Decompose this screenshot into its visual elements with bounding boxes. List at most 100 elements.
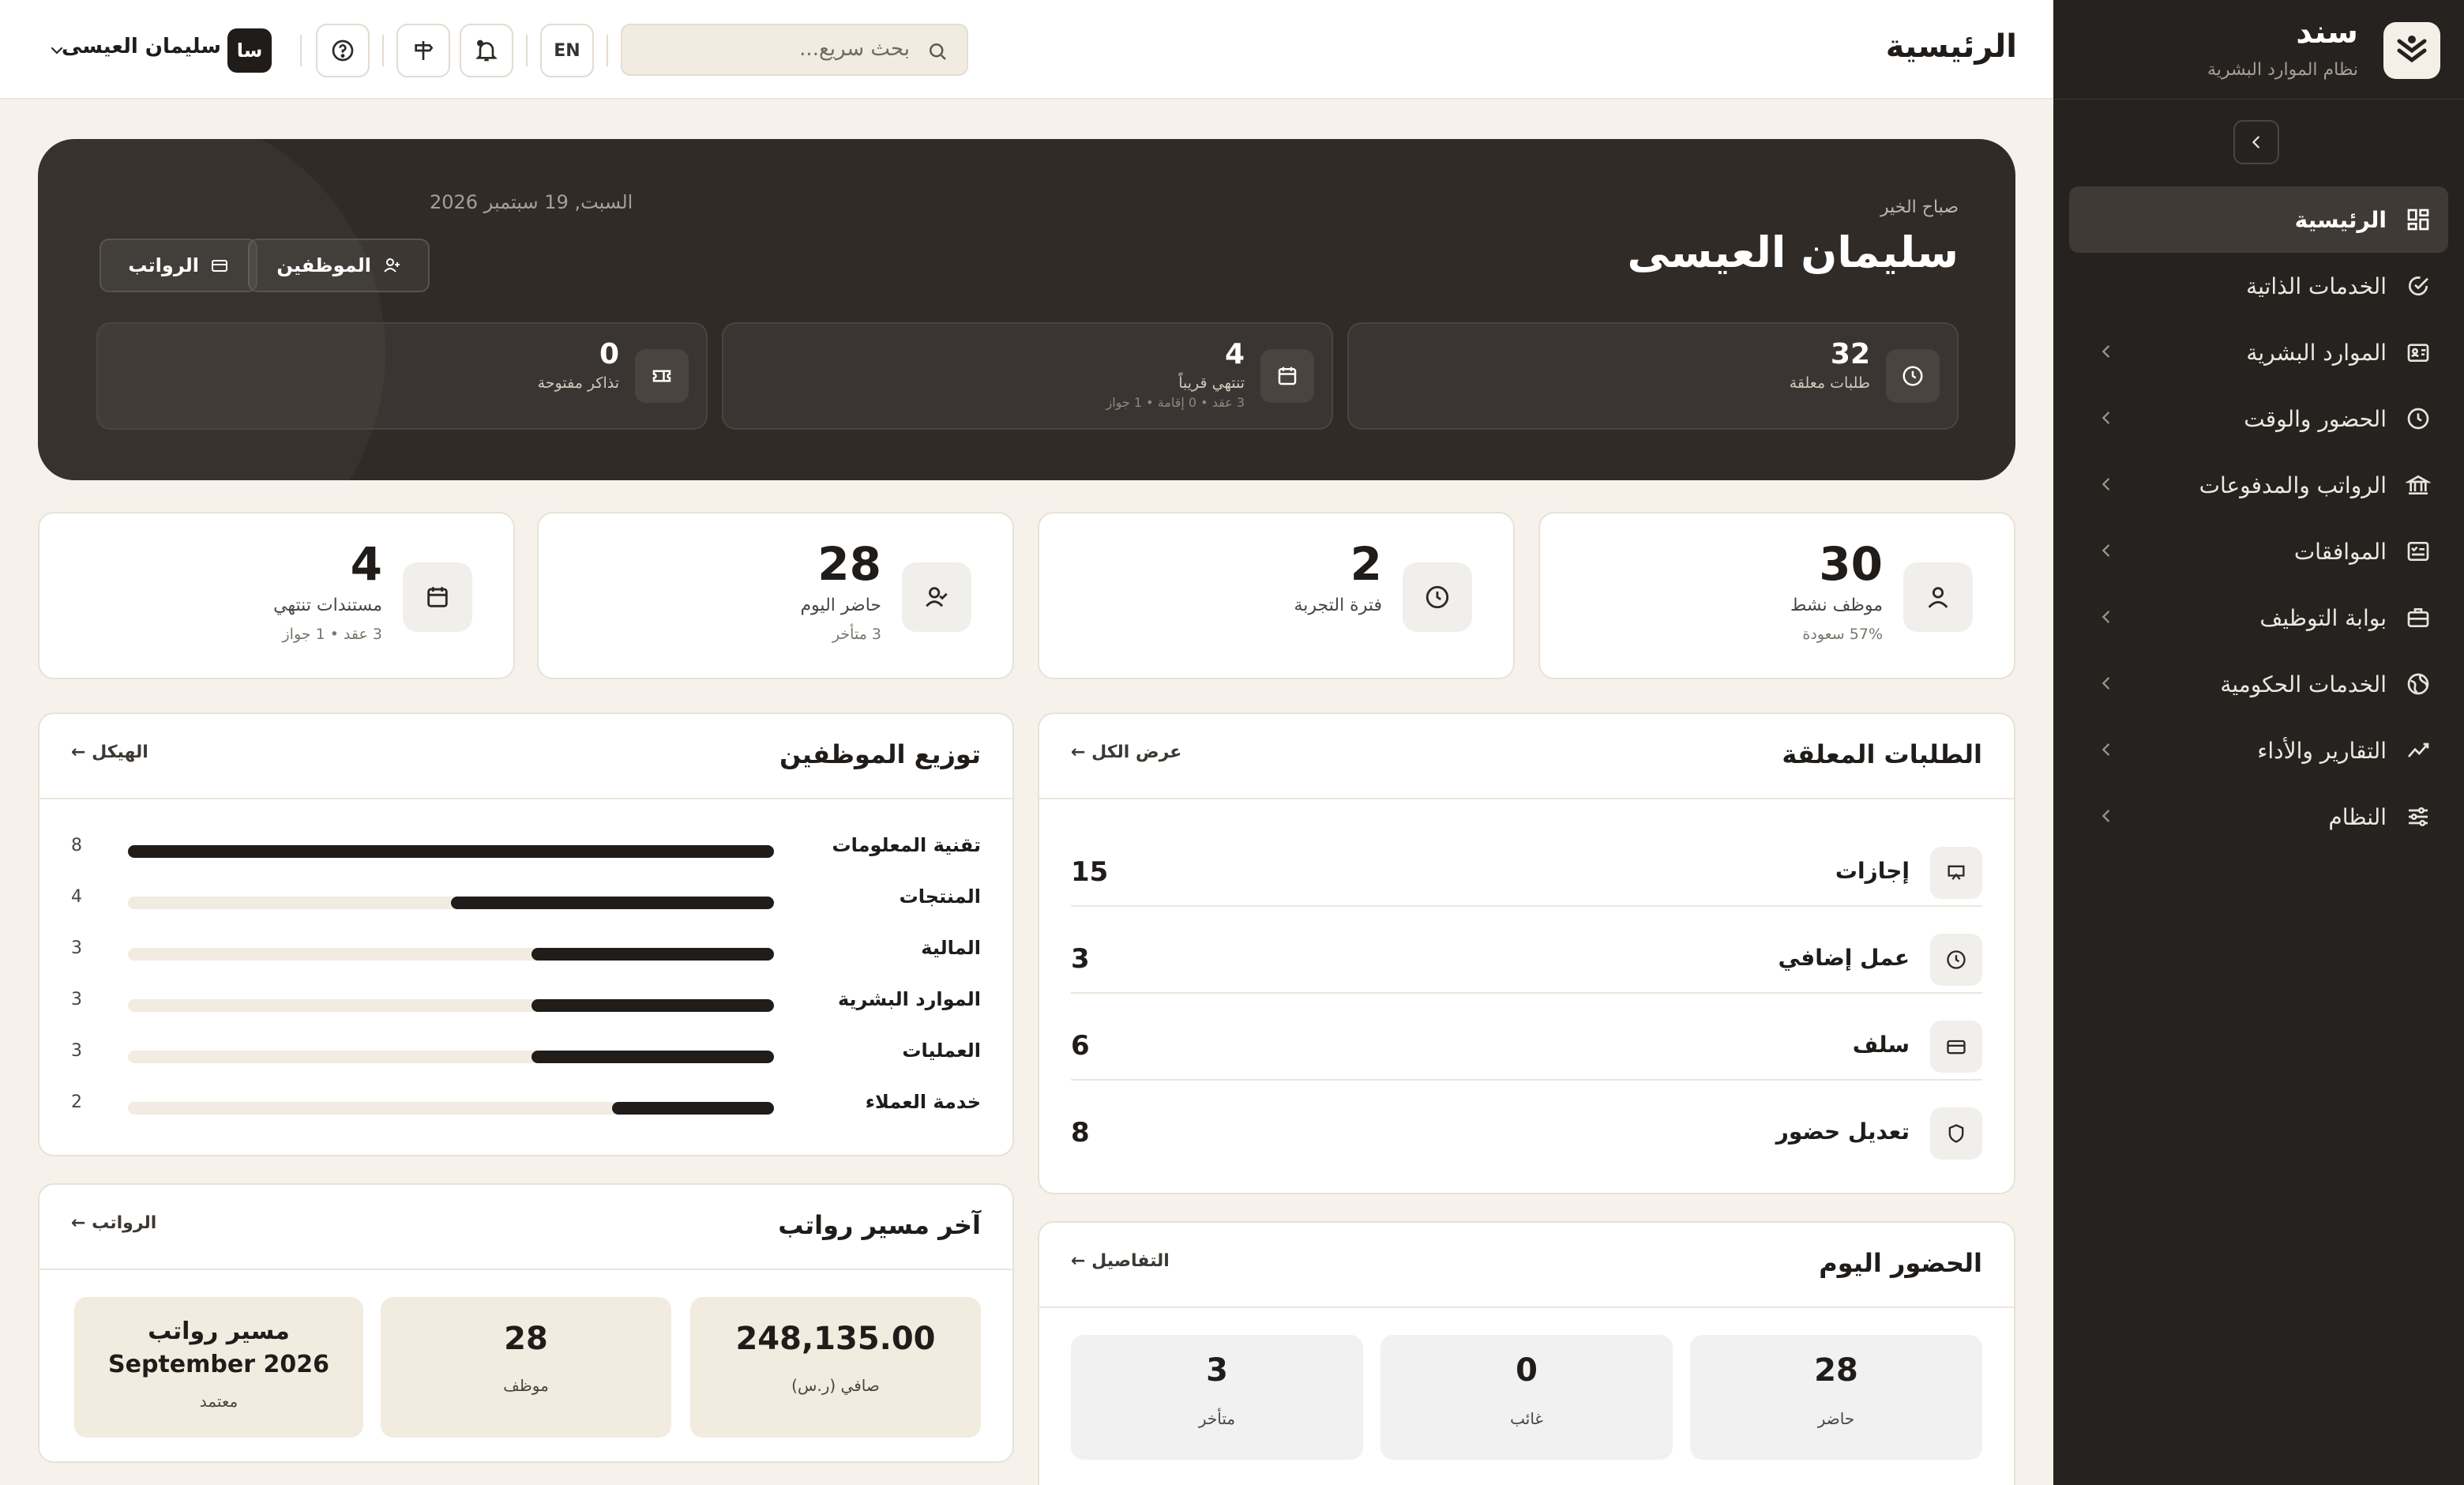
shield-icon	[1930, 1107, 1982, 1160]
chevron-left-icon	[2102, 810, 2109, 822]
sidebar-item-self-service[interactable]: الخدمات الذاتية	[2069, 253, 2448, 319]
sidebar-item-attendance[interactable]: الحضور والوقت	[2069, 385, 2448, 452]
hero-stat-value: 32	[1830, 338, 1870, 370]
signpost-icon	[415, 41, 434, 60]
employees-button[interactable]: الموظفين	[248, 239, 430, 292]
payroll-button-label: الرواتب	[128, 254, 199, 276]
sidebar-item-home[interactable]: الرئيسية	[2069, 186, 2448, 253]
distribution-bar-track	[128, 897, 774, 909]
divider	[526, 35, 528, 66]
chevron-left-icon	[2252, 136, 2259, 148]
kpi-label: موظف نشط	[1790, 596, 1883, 615]
kpi-active-employees[interactable]: 30 موظف نشط 57% سعودة	[1538, 512, 2015, 679]
brand-subtitle: نظام الموارد البشرية	[2207, 60, 2358, 80]
search-input[interactable]: بحث سريع...	[621, 24, 968, 76]
payroll-employee-count: 28	[504, 1321, 548, 1357]
request-count: 15	[1071, 856, 1109, 888]
department-name: خدمة العملاء	[865, 1091, 981, 1113]
tile-value: 3	[1206, 1352, 1228, 1389]
department-count: 8	[71, 836, 82, 855]
ticket-icon	[635, 349, 689, 403]
attendance-late-tile[interactable]: 3 متأخر	[1071, 1335, 1363, 1460]
details-link[interactable]: التفاصيل ←	[1071, 1251, 1170, 1271]
distribution-bar-track	[128, 1102, 774, 1115]
sidebar-item-label: الخدمات الذاتية	[2246, 273, 2387, 299]
distribution-row: تقنية المعلومات 8	[71, 834, 981, 866]
distribution-row: المنتجات 4	[71, 885, 981, 917]
distribution-bar	[612, 1102, 774, 1115]
current-date: السبت, 19 سبتمبر 2026	[430, 191, 633, 213]
panel-title: الطلبات المعلقة	[1782, 739, 1982, 769]
attendance-absent-tile[interactable]: 0 غائب	[1380, 1335, 1673, 1460]
employees-button-label: الموظفين	[276, 254, 371, 276]
attendance-present-tile[interactable]: 28 حاضر	[1690, 1335, 1982, 1460]
language-toggle-button[interactable]: EN	[540, 24, 594, 77]
payroll-link[interactable]: الرواتب ←	[71, 1213, 156, 1233]
sidebar-item-reports[interactable]: التقارير والأداء	[2069, 717, 2448, 784]
welcome-hero: صباح الخير سليمان العيسى السبت, 19 سبتمب…	[38, 139, 2015, 480]
sliders-icon	[2404, 803, 2432, 831]
sidebar-item-label: النظام	[2328, 803, 2387, 830]
add-user-icon	[384, 258, 400, 273]
hero-stat-pending[interactable]: 32 طلبات معلقة	[1347, 322, 1959, 430]
topbar: الرئيسية بحث سريع... EN سا سليمان العيسى	[0, 0, 2053, 100]
sidebar-item-recruitment[interactable]: بوابة التوظيف	[2069, 585, 2448, 651]
kpi-subtext: 57% سعودة	[1802, 626, 1883, 643]
notifications-button[interactable]	[460, 24, 513, 77]
divider	[382, 35, 384, 66]
hero-stat-label: طلبات معلقة	[1789, 374, 1870, 392]
tile-label: حاضر	[1817, 1409, 1855, 1428]
sidebar-item-payroll[interactable]: الرواتب والمدفوعات	[2069, 452, 2448, 518]
department-count: 3	[71, 938, 82, 958]
calendar-icon	[403, 562, 472, 632]
help-button[interactable]	[316, 24, 370, 77]
distribution-row: الموارد البشرية 3	[71, 988, 981, 1020]
hero-stat-value: 4	[1224, 338, 1245, 370]
hero-stat-expiring[interactable]: 4 تنتهي قريباً 3 عقد • 0 إقامة • 1 جواز	[722, 322, 1333, 430]
kpi-value: 2	[1350, 537, 1382, 591]
tile-label: غائب	[1510, 1409, 1543, 1428]
sidebar-item-gov-services[interactable]: الخدمات الحكومية	[2069, 651, 2448, 717]
sidebar-item-system[interactable]: النظام	[2069, 784, 2448, 850]
sidebar-item-approvals[interactable]: الموافقات	[2069, 518, 2448, 585]
sidebar-item-hr[interactable]: الموارد البشرية	[2069, 319, 2448, 385]
distribution-bar-track	[128, 948, 774, 961]
brand-logo-icon[interactable]	[2383, 22, 2440, 79]
search-icon	[930, 43, 946, 60]
kpi-expiring-docs[interactable]: 4 مستندات تنتهي 3 عقد • 1 جواز	[38, 512, 515, 679]
checklist-icon	[2404, 537, 2432, 566]
hero-stat-tickets[interactable]: 0 تذاكر مفتوحة	[96, 322, 708, 430]
clock-icon	[2404, 404, 2432, 433]
announcements-button[interactable]	[396, 24, 450, 77]
request-type: سلف	[1852, 1032, 1910, 1058]
clock-icon	[1403, 562, 1472, 632]
clock-icon	[1930, 934, 1982, 986]
bank-icon	[2404, 471, 2432, 499]
list-item-overtime[interactable]: عمل إضافي 3	[1071, 907, 1982, 994]
payroll-run-tile[interactable]: مسير رواتب September 2026 معتمد	[74, 1297, 363, 1438]
payroll-button[interactable]: الرواتب	[100, 239, 257, 292]
distribution-bar	[128, 845, 774, 858]
request-type: تعديل حضور	[1775, 1118, 1910, 1145]
panel-title: آخر مسير رواتب	[778, 1210, 981, 1240]
kpi-present-today[interactable]: 28 حاضر اليوم 3 متأخر	[537, 512, 1014, 679]
request-count: 8	[1071, 1117, 1090, 1149]
chevron-left-icon	[2102, 412, 2109, 424]
department-name: المنتجات	[899, 885, 981, 908]
department-name: تقنية المعلومات	[832, 834, 982, 856]
department-name: المالية	[921, 937, 981, 959]
list-item-advances[interactable]: سلف 6	[1071, 994, 1982, 1081]
kpi-probation[interactable]: 2 فترة التجربة	[1038, 512, 1515, 679]
sidebar-item-label: الموافقات	[2293, 538, 2387, 565]
list-item-leaves[interactable]: إجازات 15	[1071, 820, 1982, 907]
request-type: عمل إضافي	[1778, 945, 1910, 971]
sidebar-item-label: التقارير والأداء	[2257, 737, 2387, 764]
sidebar: سند نظام الموارد البشرية الرئيسية الخدما…	[2053, 0, 2464, 1485]
user-menu[interactable]: سا سليمان العيسى	[47, 24, 276, 77]
kpi-value: 30	[1819, 537, 1883, 591]
view-all-link[interactable]: عرض الكل ←	[1071, 742, 1181, 762]
kpi-subtext: 3 عقد • 1 جواز	[282, 626, 383, 643]
org-structure-link[interactable]: الهيكل ←	[71, 742, 148, 762]
collapse-sidebar-button[interactable]	[2233, 120, 2279, 164]
list-item-attendance-edit[interactable]: تعديل حضور 8	[1071, 1081, 1982, 1167]
